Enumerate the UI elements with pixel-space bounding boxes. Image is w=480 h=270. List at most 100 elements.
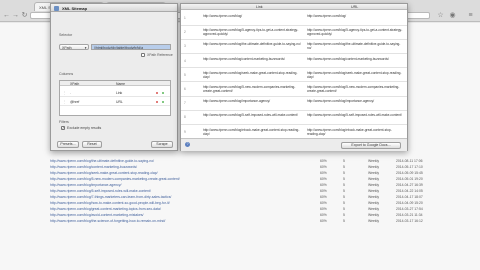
sitemap-dialog-panel: XML Sitemap Selector XPath ▾ //html/body… (50, 3, 178, 151)
drag-handle-icon[interactable]: ⋮ (63, 100, 66, 104)
frequency-cell: Weekly (368, 207, 380, 211)
column-row[interactable]: ⋮ @href URL (60, 98, 170, 106)
forward-arrow-icon[interactable]: → (11, 11, 20, 20)
result-link[interactable]: http://www.ripenn.com/blog/ (203, 14, 303, 18)
result-link[interactable]: http://www.ripenn.com/blog/ebook-make-gr… (203, 128, 303, 136)
selector-type-value: XPath (62, 45, 72, 50)
column-name[interactable]: URL (116, 100, 123, 104)
menu-icon[interactable]: ≡ (466, 11, 475, 20)
remove-icon[interactable] (156, 91, 159, 94)
changes-cell: 5 (343, 213, 345, 217)
url-link[interactable]: http://www.ripenn.com/blog/great-content… (50, 207, 315, 211)
frequency-cell: Weekly (368, 177, 380, 181)
result-url[interactable]: http://www.ripenn.com/blog/ (307, 14, 403, 18)
exclude-empty-label: Exclude empty results (67, 126, 102, 131)
table-row: http://www.ripenn.com/blog/importance-ag… (50, 183, 430, 188)
url-link[interactable]: http://www.ripenn.com/blog/7-things-mark… (50, 195, 315, 199)
export-google-docs-button[interactable]: Export to Google Docs... (341, 142, 401, 149)
frequency-cell: Weekly (368, 195, 380, 199)
result-link[interactable]: http://www.ripenn.com/blog/seek-make-gre… (203, 71, 303, 79)
result-url[interactable]: http://www.ripenn.com/blog/5-self-impose… (307, 113, 403, 117)
result-link[interactable]: http://www.ripenn.com/blog/5-agency-tips… (203, 28, 303, 36)
add-icon[interactable] (162, 100, 165, 103)
result-row[interactable]: 5 http://www.ripenn.com/blog/seek-make-gr… (181, 68, 407, 83)
result-row[interactable]: 7 http://www.ripenn.com/blog/importance-a… (181, 96, 407, 111)
help-icon[interactable]: ? (185, 142, 190, 147)
frequency-cell: Weekly (368, 183, 380, 187)
table-row: http://www.ripenn.com/blog/content-marke… (50, 165, 430, 170)
url-link[interactable]: http://www.ripenn.com/blog/5-new-modern-… (50, 177, 315, 181)
frequency-cell: Weekly (368, 219, 380, 223)
result-url[interactable]: http://www.ripenn.com/blog/the-ultimate-… (307, 42, 403, 50)
priority-cell: 60% (320, 213, 327, 217)
url-link[interactable]: http://www.ripenn.com/blog/seek-make-gre… (50, 171, 315, 175)
result-url[interactable]: http://www.ripenn.com/blog/importance-ag… (307, 99, 403, 103)
date-cell: 2014-05-09 15:45 (396, 171, 423, 175)
table-row: http://www.ripenn.com/blog/seek-make-gre… (50, 171, 430, 176)
reset-button[interactable]: Reset (82, 141, 102, 148)
frequency-cell: Weekly (368, 213, 380, 217)
date-cell: 2014-04-09 15:20 (396, 201, 423, 205)
result-link[interactable]: http://www.ripenn.com/blog/content-marke… (203, 57, 303, 61)
date-cell: 2014-03-27 17:54 (396, 207, 423, 211)
table-row: http://www.ripenn.com/blog/avoid-content… (50, 213, 430, 218)
row-number: 6 (184, 87, 186, 91)
back-arrow-icon[interactable]: ← (2, 11, 11, 20)
url-link[interactable]: http://www.ripenn.com/blog/importance-ag… (50, 183, 315, 187)
add-icon[interactable] (162, 91, 165, 94)
selector-type-dropdown[interactable]: XPath ▾ (59, 44, 89, 50)
scrape-button[interactable]: Scrape (151, 141, 173, 148)
column-row[interactable]: ⋮ . Link (60, 89, 170, 97)
result-row[interactable]: 2 http://www.ripenn.com/blog/5-agency-tip… (181, 25, 407, 40)
xpath-reference-checkbox[interactable] (141, 53, 145, 57)
changes-cell: 5 (343, 189, 345, 193)
url-link[interactable]: http://www.ripenn.com/blog/the-ultimate-… (50, 159, 315, 163)
result-link[interactable]: http://www.ripenn.com/blog/importance-ag… (203, 99, 303, 103)
column-xpath[interactable]: @href (70, 100, 79, 104)
reload-icon[interactable]: ↻ (20, 11, 29, 20)
date-cell: 2014-04-22 14:05 (396, 189, 423, 193)
selector-input[interactable]: //html/body/div/table/tbody/tr/td/a (91, 44, 171, 50)
exclude-empty-checkbox[interactable]: ✓ (61, 126, 65, 130)
result-link[interactable]: http://www.ripenn.com/blog/5-new-modern-… (203, 85, 303, 93)
priority-cell: 60% (320, 159, 327, 163)
result-link[interactable]: http://www.ripenn.com/blog/the-ultimate-… (203, 42, 303, 46)
date-cell: 2014-05-17 17:10 (396, 165, 423, 169)
result-url[interactable]: http://www.ripenn.com/blog/5-agency-tips… (307, 28, 403, 36)
result-link[interactable]: http://www.ripenn.com/blog/5-self-impose… (203, 113, 303, 117)
remove-icon[interactable] (156, 100, 159, 103)
results-header-link: Link (256, 5, 263, 9)
result-row[interactable]: 4 http://www.ripenn.com/blog/content-mark… (181, 54, 407, 69)
result-row[interactable]: 8 http://www.ripenn.com/blog/5-self-impos… (181, 110, 407, 125)
changes-cell: 5 (343, 201, 345, 205)
columns-label: Columns (59, 72, 74, 76)
result-url[interactable]: http://www.ripenn.com/blog/5-new-modern-… (307, 85, 403, 93)
url-link[interactable]: http://www.ripenn.com/blog/the-science-o… (50, 219, 315, 223)
drag-handle-icon[interactable]: ⋮ (63, 91, 66, 95)
result-url[interactable]: http://www.ripenn.com/blog/seek-make-gre… (307, 71, 403, 79)
row-number: 2 (184, 30, 186, 35)
extension-icon[interactable]: ◉ (448, 11, 457, 20)
table-row: http://www.ripenn.com/blog/the-science-o… (50, 219, 430, 224)
column-name[interactable]: Link (116, 91, 122, 95)
priority-cell: 60% (320, 195, 327, 199)
url-link[interactable]: http://www.ripenn.com/blog/how-to-make-c… (50, 201, 315, 205)
result-row[interactable]: 9 http://www.ripenn.com/blog/ebook-make-g… (181, 125, 407, 140)
date-cell: 2014-04-27 16:39 (396, 183, 423, 187)
frequency-cell: Weekly (368, 201, 380, 205)
url-link[interactable]: http://www.ripenn.com/blog/content-marke… (50, 165, 315, 169)
presets-button[interactable]: Presets... (57, 141, 79, 148)
row-number: 3 (184, 44, 186, 49)
result-row[interactable]: 3 http://www.ripenn.com/blog/the-ultimate… (181, 39, 407, 54)
frequency-cell: Weekly (368, 159, 380, 163)
result-row[interactable]: 1 http://www.ripenn.com/blog/http://www.r… (181, 11, 407, 26)
url-link[interactable]: http://www.ripenn.com/blog/5-self-impose… (50, 189, 315, 193)
star-icon[interactable]: ☆ (436, 11, 445, 20)
result-url[interactable]: http://www.ripenn.com/blog/content-marke… (307, 57, 403, 61)
result-url[interactable]: http://www.ripenn.com/blog/ebook-make-gr… (307, 128, 403, 136)
result-row[interactable]: 6 http://www.ripenn.com/blog/5-new-modern… (181, 82, 407, 97)
columns-header: XPath Name (60, 81, 170, 86)
results-panel: Link URL 1 http://www.ripenn.com/blog/htt… (180, 3, 408, 151)
url-link[interactable]: http://www.ripenn.com/blog/avoid-content… (50, 213, 315, 217)
column-xpath[interactable]: . (70, 91, 71, 95)
